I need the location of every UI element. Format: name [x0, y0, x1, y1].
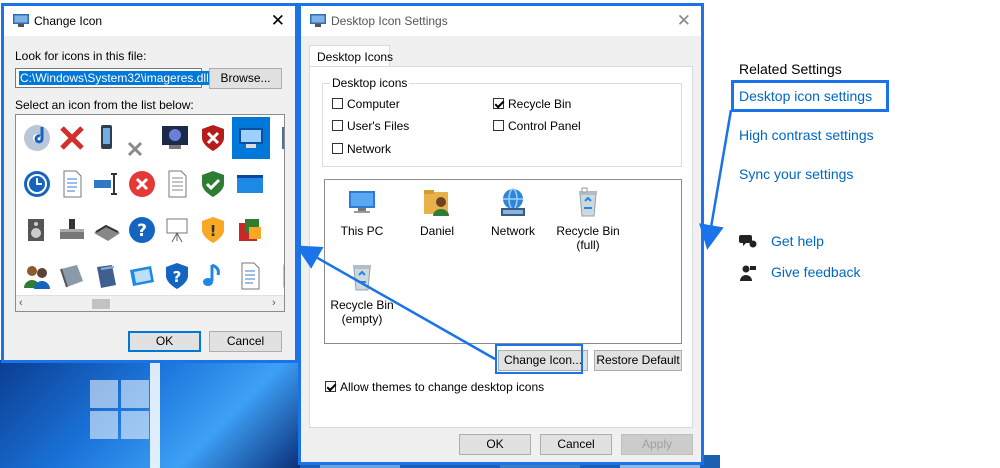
- arrow-to-dialog: [699, 109, 733, 250]
- annotation-arrows: [295, 109, 733, 361]
- arrow-to-change-icon: [295, 245, 496, 361]
